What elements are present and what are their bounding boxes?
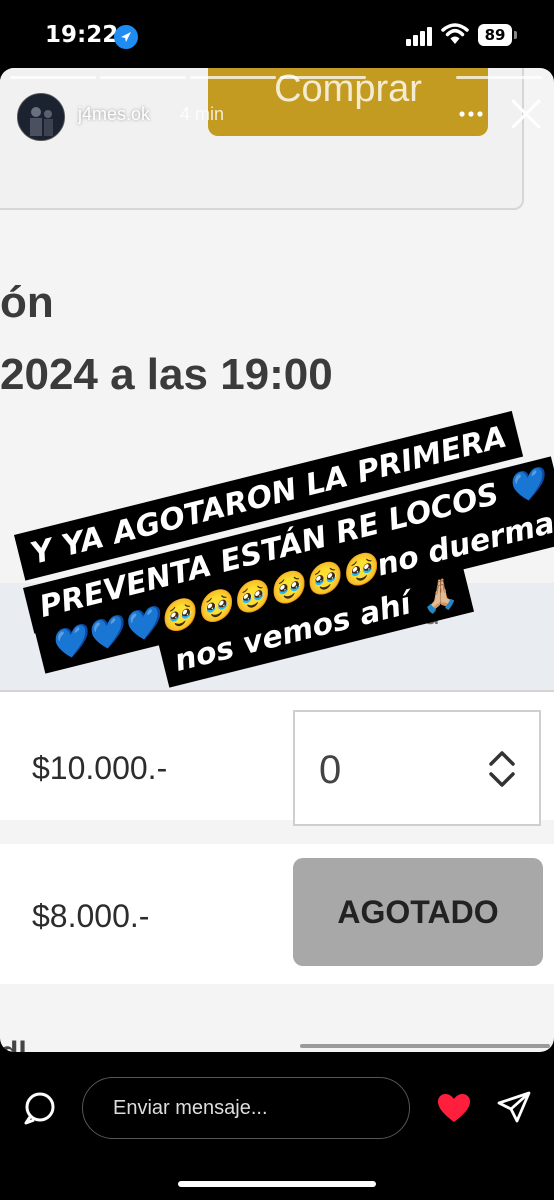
table-header bbox=[0, 583, 554, 691]
story-progress bbox=[0, 76, 554, 79]
close-icon[interactable] bbox=[508, 96, 544, 132]
clock: 19:22 bbox=[45, 22, 119, 48]
sold-out-button[interactable]: AGOTADO bbox=[293, 858, 543, 966]
story-timestamp: 4 min bbox=[180, 104, 225, 124]
message-input[interactable] bbox=[82, 1077, 410, 1139]
event-title: ón bbox=[0, 278, 54, 327]
send-icon[interactable] bbox=[496, 1090, 532, 1126]
scroll-indicator bbox=[300, 1044, 550, 1048]
event-date: 2024 a las 19:00 bbox=[0, 350, 333, 399]
status-bar: 19:22 89 bbox=[0, 0, 554, 70]
stepper-arrows-icon[interactable] bbox=[487, 748, 517, 790]
location-icon bbox=[114, 25, 138, 49]
wifi-icon bbox=[441, 22, 469, 51]
signal-icon bbox=[406, 26, 434, 46]
story-username[interactable]: j4mes.ok bbox=[78, 104, 150, 125]
avatar[interactable] bbox=[17, 93, 65, 141]
quantity-stepper[interactable]: 0 bbox=[293, 710, 541, 826]
ticket-price: $10.000.- bbox=[32, 750, 168, 786]
camera-icon[interactable] bbox=[22, 1090, 58, 1126]
ticket-price: $8.000.- bbox=[32, 898, 150, 934]
section-heading: dl bbox=[0, 1036, 27, 1052]
more-icon[interactable] bbox=[458, 104, 484, 124]
quantity-value: 0 bbox=[319, 748, 342, 792]
battery-indicator: 89 bbox=[478, 24, 517, 46]
quantity-header: ntidad bbox=[358, 598, 440, 631]
heart-icon[interactable] bbox=[436, 1092, 472, 1124]
story-card[interactable]: Comprar ón 2024 a las 19:00 ntidad $10.0… bbox=[0, 68, 554, 1052]
home-indicator bbox=[178, 1181, 376, 1187]
